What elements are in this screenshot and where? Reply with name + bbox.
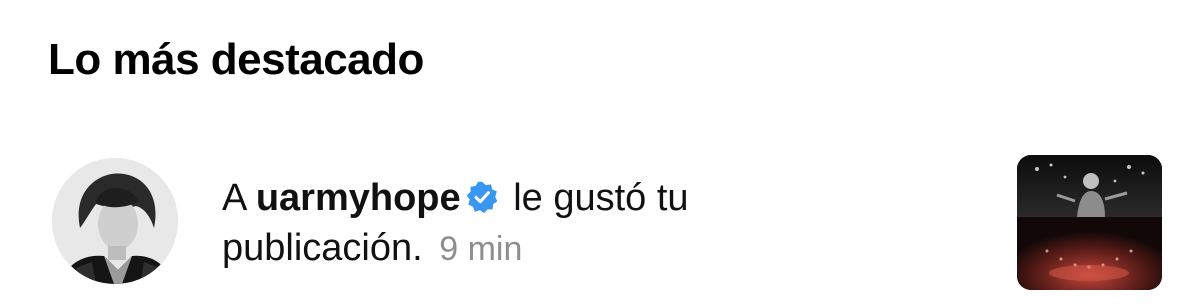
notification-text: A uarmyhope le gustó tu publicación. 9 m… <box>222 173 842 274</box>
avatar-photo <box>52 158 178 284</box>
notifications-page: Lo más destacado A uarmyhope le gustó tu… <box>0 0 1200 307</box>
username-link[interactable]: uarmyhope <box>256 177 461 219</box>
user-avatar[interactable] <box>52 158 178 284</box>
verified-badge-icon <box>465 177 499 214</box>
notification-time: 9 min <box>439 230 523 268</box>
post-thumbnail[interactable] <box>1017 155 1162 290</box>
post-thumbnail-image <box>1017 155 1162 290</box>
section-title: Lo más destacado <box>48 35 424 84</box>
notification-item[interactable]: A uarmyhope le gustó tu publicación. 9 m… <box>52 155 1162 290</box>
notification-prefix: A <box>222 177 246 219</box>
